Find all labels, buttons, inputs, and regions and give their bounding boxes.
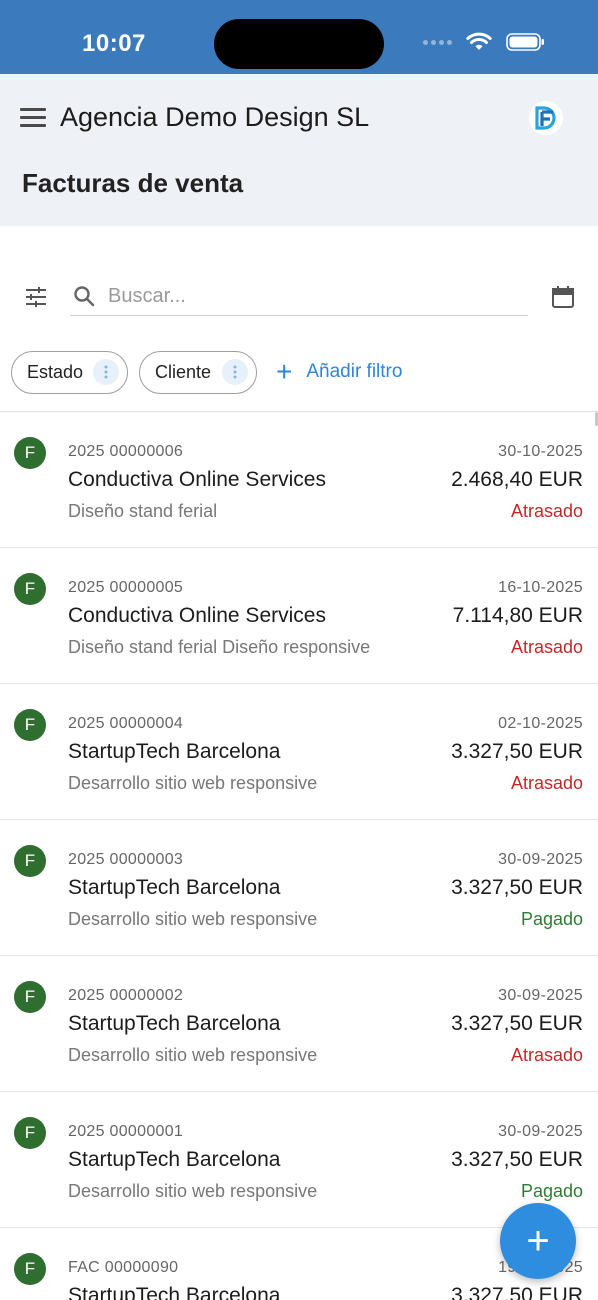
invoice-number: 2025 00000005	[68, 579, 184, 596]
app-header: Agencia Demo Design SL Facturas de venta	[0, 74, 598, 226]
status-icons	[423, 32, 546, 52]
filter-settings-icon[interactable]	[24, 285, 48, 309]
calendar-icon[interactable]	[550, 284, 576, 310]
invoice-number: 2025 00000006	[68, 443, 184, 460]
avatar: F	[14, 1117, 46, 1149]
invoice-amount: 3.327,50 EUR	[451, 876, 583, 899]
invoice-date: 30-09-2025	[498, 851, 583, 868]
invoice-description: Desarrollo sitio web responsive	[68, 1045, 318, 1065]
invoice-row[interactable]: F 2025 00000003 StartupTech Barcelona De…	[0, 820, 598, 956]
invoice-description: Desarrollo sitio web responsive	[68, 773, 318, 793]
status-badge: Pagado	[520, 1181, 583, 1201]
invoice-number: 2025 00000001	[68, 1123, 184, 1140]
invoice-amount: 3.327,50 EUR	[451, 740, 583, 763]
invoice-client: Conductiva Online Services	[68, 604, 326, 627]
more-vert-icon[interactable]	[222, 359, 248, 385]
invoice-date: 16-10-2025	[498, 579, 583, 596]
logo-df-icon[interactable]	[528, 100, 564, 136]
avatar: F	[14, 573, 46, 605]
invoice-client: Conductiva Online Services	[68, 468, 326, 491]
invoice-number: 2025 00000002	[68, 987, 184, 1004]
status-bar: 10:07	[0, 0, 598, 74]
plus-icon: +	[526, 1218, 550, 1263]
invoice-row[interactable]: F 2025 00000004 StartupTech Barcelona De…	[0, 684, 598, 820]
invoice-client: StartupTech Barcelona	[68, 1148, 281, 1171]
add-invoice-button[interactable]: +	[500, 1203, 576, 1279]
invoice-client: StartupTech Barcelona	[68, 1284, 281, 1300]
chip-label: Estado	[27, 362, 84, 382]
invoice-description: Desarrollo sitio web responsive	[68, 909, 318, 929]
search-box	[70, 278, 528, 316]
filter-chip-cliente[interactable]: Cliente	[139, 351, 257, 394]
status-badge: Pagado	[520, 909, 583, 929]
status-badge: Atrasado	[510, 1045, 583, 1065]
plus-icon: +	[276, 356, 293, 387]
hamburger-menu-icon[interactable]	[20, 108, 46, 128]
invoice-date: 30-10-2025	[498, 443, 583, 460]
invoice-description: Desarrollo sitio web responsive	[68, 1181, 318, 1201]
company-name[interactable]: Agencia Demo Design SL	[60, 102, 369, 133]
wifi-icon	[466, 32, 492, 50]
invoice-list: F 2025 00000006 Conductiva Online Servic…	[0, 412, 598, 1300]
invoice-date: 30-09-2025	[498, 1123, 583, 1140]
invoice-client: StartupTech Barcelona	[68, 876, 281, 899]
invoice-description: Diseño stand ferial Diseño responsive	[68, 637, 371, 657]
invoice-description: Diseño stand ferial	[68, 501, 218, 521]
avatar: F	[14, 981, 46, 1013]
cellular-signal-icon	[423, 39, 452, 45]
invoice-row[interactable]: F 2025 00000005 Conductiva Online Servic…	[0, 548, 598, 684]
invoice-client: StartupTech Barcelona	[68, 1012, 281, 1035]
battery-icon	[506, 33, 544, 51]
status-badge: Atrasado	[510, 637, 583, 657]
invoice-amount: 3.327,50 EUR	[451, 1148, 583, 1171]
invoice-row[interactable]: F 2025 00000001 StartupTech Barcelona De…	[0, 1092, 598, 1228]
invoice-number: 2025 00000003	[68, 851, 184, 868]
add-filter-label: Añadir filtro	[306, 361, 403, 382]
add-filter-button[interactable]: + Añadir filtro	[276, 356, 403, 387]
invoice-number: FAC 00000090	[68, 1259, 179, 1276]
status-badge: Atrasado	[510, 501, 583, 521]
invoice-date: 30-09-2025	[498, 987, 583, 1004]
filter-chip-estado[interactable]: Estado	[11, 351, 128, 394]
avatar: F	[14, 437, 46, 469]
avatar: F	[14, 845, 46, 877]
search-input[interactable]	[108, 280, 518, 312]
invoice-amount: 2.468,40 EUR	[451, 468, 583, 491]
avatar: F	[14, 709, 46, 741]
invoice-number: 2025 00000004	[68, 715, 184, 732]
page-title: Facturas de venta	[22, 168, 244, 198]
search-icon	[72, 284, 96, 308]
status-badge: Atrasado	[510, 773, 583, 793]
invoice-row[interactable]: F 2025 00000002 StartupTech Barcelona De…	[0, 956, 598, 1092]
invoice-row[interactable]: F 2025 00000006 Conductiva Online Servic…	[0, 412, 598, 548]
chip-label: Cliente	[155, 362, 212, 382]
invoice-amount: 3.327,50 EUR	[451, 1284, 583, 1300]
invoice-amount: 7.114,80 EUR	[452, 604, 583, 627]
invoice-amount: 3.327,50 EUR	[451, 1012, 583, 1035]
more-vert-icon[interactable]	[93, 359, 119, 385]
invoice-date: 02-10-2025	[498, 715, 583, 732]
dynamic-island	[214, 19, 384, 69]
invoice-client: StartupTech Barcelona	[68, 740, 281, 763]
avatar: F	[14, 1253, 46, 1285]
status-time: 10:07	[82, 30, 146, 57]
